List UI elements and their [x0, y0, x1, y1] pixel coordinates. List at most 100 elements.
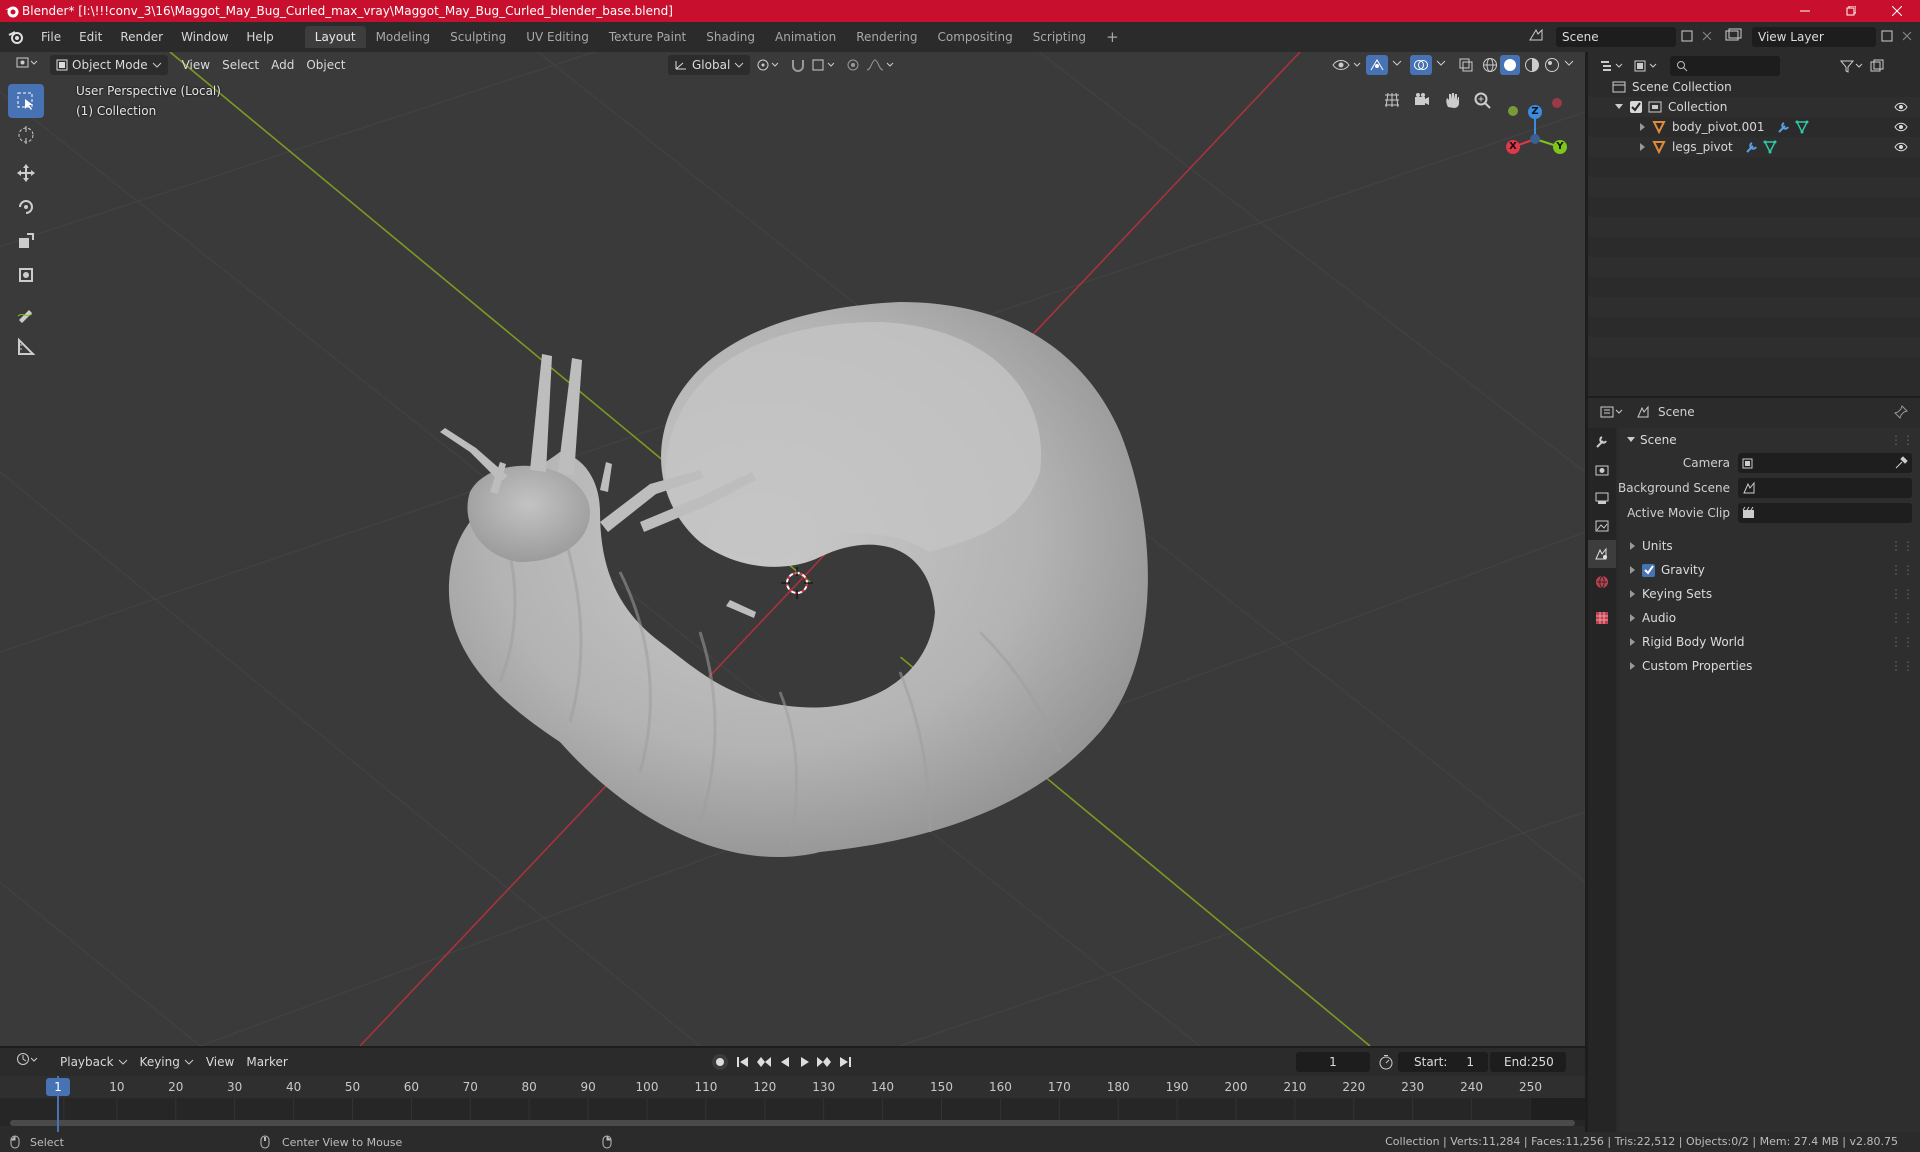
mesh-data-icon[interactable]: [1763, 140, 1777, 154]
menu-window[interactable]: Window: [172, 26, 237, 48]
menu-help[interactable]: Help: [237, 26, 282, 48]
tab-compositing[interactable]: Compositing: [927, 26, 1022, 48]
outliner-collection[interactable]: Collection: [1588, 97, 1920, 117]
gizmo-dropdown-icon[interactable]: [1392, 58, 1402, 68]
maximize-icon[interactable]: [1828, 0, 1874, 22]
gizmo-x-axis[interactable]: X: [1506, 140, 1520, 154]
proportional-editing-icon[interactable]: [846, 58, 860, 72]
visibility-icon[interactable]: [1332, 57, 1362, 73]
play-reverse-icon[interactable]: [778, 1055, 792, 1069]
drag-handle-icon[interactable]: ⋮⋮: [1890, 539, 1914, 553]
playback-menu[interactable]: Playback: [54, 1052, 134, 1072]
new-scene-icon[interactable]: [1680, 29, 1694, 43]
filter-icon[interactable]: [1840, 59, 1864, 73]
rendered-shading-icon[interactable]: [1544, 57, 1560, 73]
overlays-toggle-icon[interactable]: [1410, 55, 1432, 75]
snap-target-icon[interactable]: [812, 58, 838, 72]
outliner-scene-collection[interactable]: Scene Collection: [1588, 77, 1920, 97]
pin-icon[interactable]: [1894, 405, 1908, 419]
expand-arrow-icon[interactable]: [1638, 142, 1646, 152]
collection-checkbox[interactable]: [1630, 101, 1642, 113]
menu-render[interactable]: Render: [111, 26, 172, 48]
camera-field[interactable]: [1738, 453, 1912, 473]
xray-toggle-icon[interactable]: [1458, 57, 1474, 73]
object-menu[interactable]: Object: [300, 55, 351, 75]
eye-icon[interactable]: [1894, 122, 1908, 132]
eye-icon[interactable]: [1894, 142, 1908, 152]
pan-view-icon[interactable]: [1440, 88, 1464, 112]
falloff-icon[interactable]: [866, 58, 896, 72]
mesh-data-icon[interactable]: [1795, 120, 1809, 134]
tab-world-properties[interactable]: [1588, 568, 1616, 596]
jump-end-icon[interactable]: [838, 1055, 852, 1069]
tab-shading[interactable]: Shading: [696, 26, 765, 48]
start-frame-field[interactable]: Start: 1: [1398, 1052, 1488, 1072]
new-collection-icon[interactable]: [1870, 59, 1884, 73]
timeline-view-menu[interactable]: View: [200, 1052, 240, 1072]
select-box-tool[interactable]: [8, 84, 44, 118]
tab-output-properties[interactable]: [1588, 484, 1616, 512]
jump-keyframe-forward-icon[interactable]: [816, 1055, 832, 1069]
stopwatch-icon[interactable]: [1378, 1054, 1394, 1070]
eyedropper-icon[interactable]: [1894, 456, 1908, 470]
select-menu[interactable]: Select: [216, 55, 265, 75]
playhead-frame[interactable]: 1: [46, 1078, 70, 1096]
move-tool[interactable]: [8, 156, 44, 190]
timeline-track-area[interactable]: [0, 1098, 1585, 1126]
minimize-icon[interactable]: [1782, 0, 1828, 22]
jump-start-icon[interactable]: [736, 1055, 750, 1069]
remove-view-layer-icon[interactable]: [1900, 29, 1914, 43]
drag-handle-icon[interactable]: ⋮⋮: [1890, 611, 1914, 625]
add-menu[interactable]: Add: [265, 55, 300, 75]
menu-edit[interactable]: Edit: [70, 26, 111, 48]
properties-editor-type-icon[interactable]: [1600, 405, 1624, 419]
scene-icon[interactable]: [1528, 27, 1548, 43]
remove-scene-icon[interactable]: [1700, 29, 1714, 43]
tab-tool-properties[interactable]: [1588, 428, 1616, 456]
view-layer-field[interactable]: View Layer: [1752, 27, 1876, 47]
drag-handle-icon[interactable]: ⋮⋮: [1890, 587, 1914, 601]
editor-type-icon[interactable]: [10, 55, 44, 75]
drag-handle-icon[interactable]: ⋮⋮: [1890, 433, 1914, 447]
keying-sets-panel-header[interactable]: Keying Sets ⋮⋮: [1618, 582, 1920, 606]
tab-view-layer-properties[interactable]: [1588, 512, 1616, 540]
audio-panel-header[interactable]: Audio ⋮⋮: [1618, 606, 1920, 630]
object-mode-dropdown[interactable]: Object Mode: [50, 55, 168, 75]
record-icon[interactable]: [712, 1054, 728, 1070]
gravity-checkbox[interactable]: [1642, 563, 1655, 577]
new-view-layer-icon[interactable]: [1880, 29, 1894, 43]
background-scene-field[interactable]: [1738, 478, 1912, 498]
jump-keyframe-back-icon[interactable]: [756, 1055, 772, 1069]
gizmo-y-axis[interactable]: Y: [1553, 140, 1567, 154]
view-layer-icon[interactable]: [1724, 27, 1744, 43]
maggot-body-mesh[interactable]: [440, 302, 1148, 858]
units-panel-header[interactable]: Units ⋮⋮: [1618, 534, 1920, 558]
marker-menu[interactable]: Marker: [240, 1052, 293, 1072]
scene-panel-header[interactable]: Scene ⋮⋮: [1618, 428, 1920, 452]
3d-viewport[interactable]: Z X Y Object Mode View Select Add Object…: [0, 52, 1585, 1046]
overlays-dropdown-icon[interactable]: [1436, 58, 1446, 68]
rotate-tool[interactable]: [8, 190, 44, 224]
measure-tool[interactable]: [8, 330, 44, 364]
add-workspace-icon[interactable]: +: [1096, 26, 1129, 48]
eye-icon[interactable]: [1894, 102, 1908, 112]
tab-modeling[interactable]: Modeling: [366, 26, 441, 48]
tab-scripting[interactable]: Scripting: [1023, 26, 1096, 48]
display-mode-icon[interactable]: [1634, 59, 1658, 73]
scale-tool[interactable]: [8, 224, 44, 258]
material-shading-icon[interactable]: [1524, 57, 1540, 73]
wrench-icon[interactable]: [1777, 120, 1791, 134]
tab-animation[interactable]: Animation: [765, 26, 846, 48]
tab-rendering[interactable]: Rendering: [846, 26, 927, 48]
outliner-object-body-pivot[interactable]: body_pivot.001: [1588, 117, 1920, 137]
current-frame-field[interactable]: 1: [1296, 1052, 1370, 1072]
rigid-body-world-panel-header[interactable]: Rigid Body World ⋮⋮: [1618, 630, 1920, 654]
shading-dropdown-icon[interactable]: [1564, 58, 1574, 68]
blender-menu-icon[interactable]: [0, 29, 32, 45]
outliner-editor-type-icon[interactable]: [1600, 59, 1624, 73]
timeline-editor-type-icon[interactable]: [10, 1052, 44, 1072]
custom-properties-panel-header[interactable]: Custom Properties ⋮⋮: [1618, 654, 1920, 678]
pivot-point-icon[interactable]: [756, 58, 782, 72]
menu-file[interactable]: File: [32, 26, 70, 48]
tab-texture-paint[interactable]: Texture Paint: [599, 26, 696, 48]
